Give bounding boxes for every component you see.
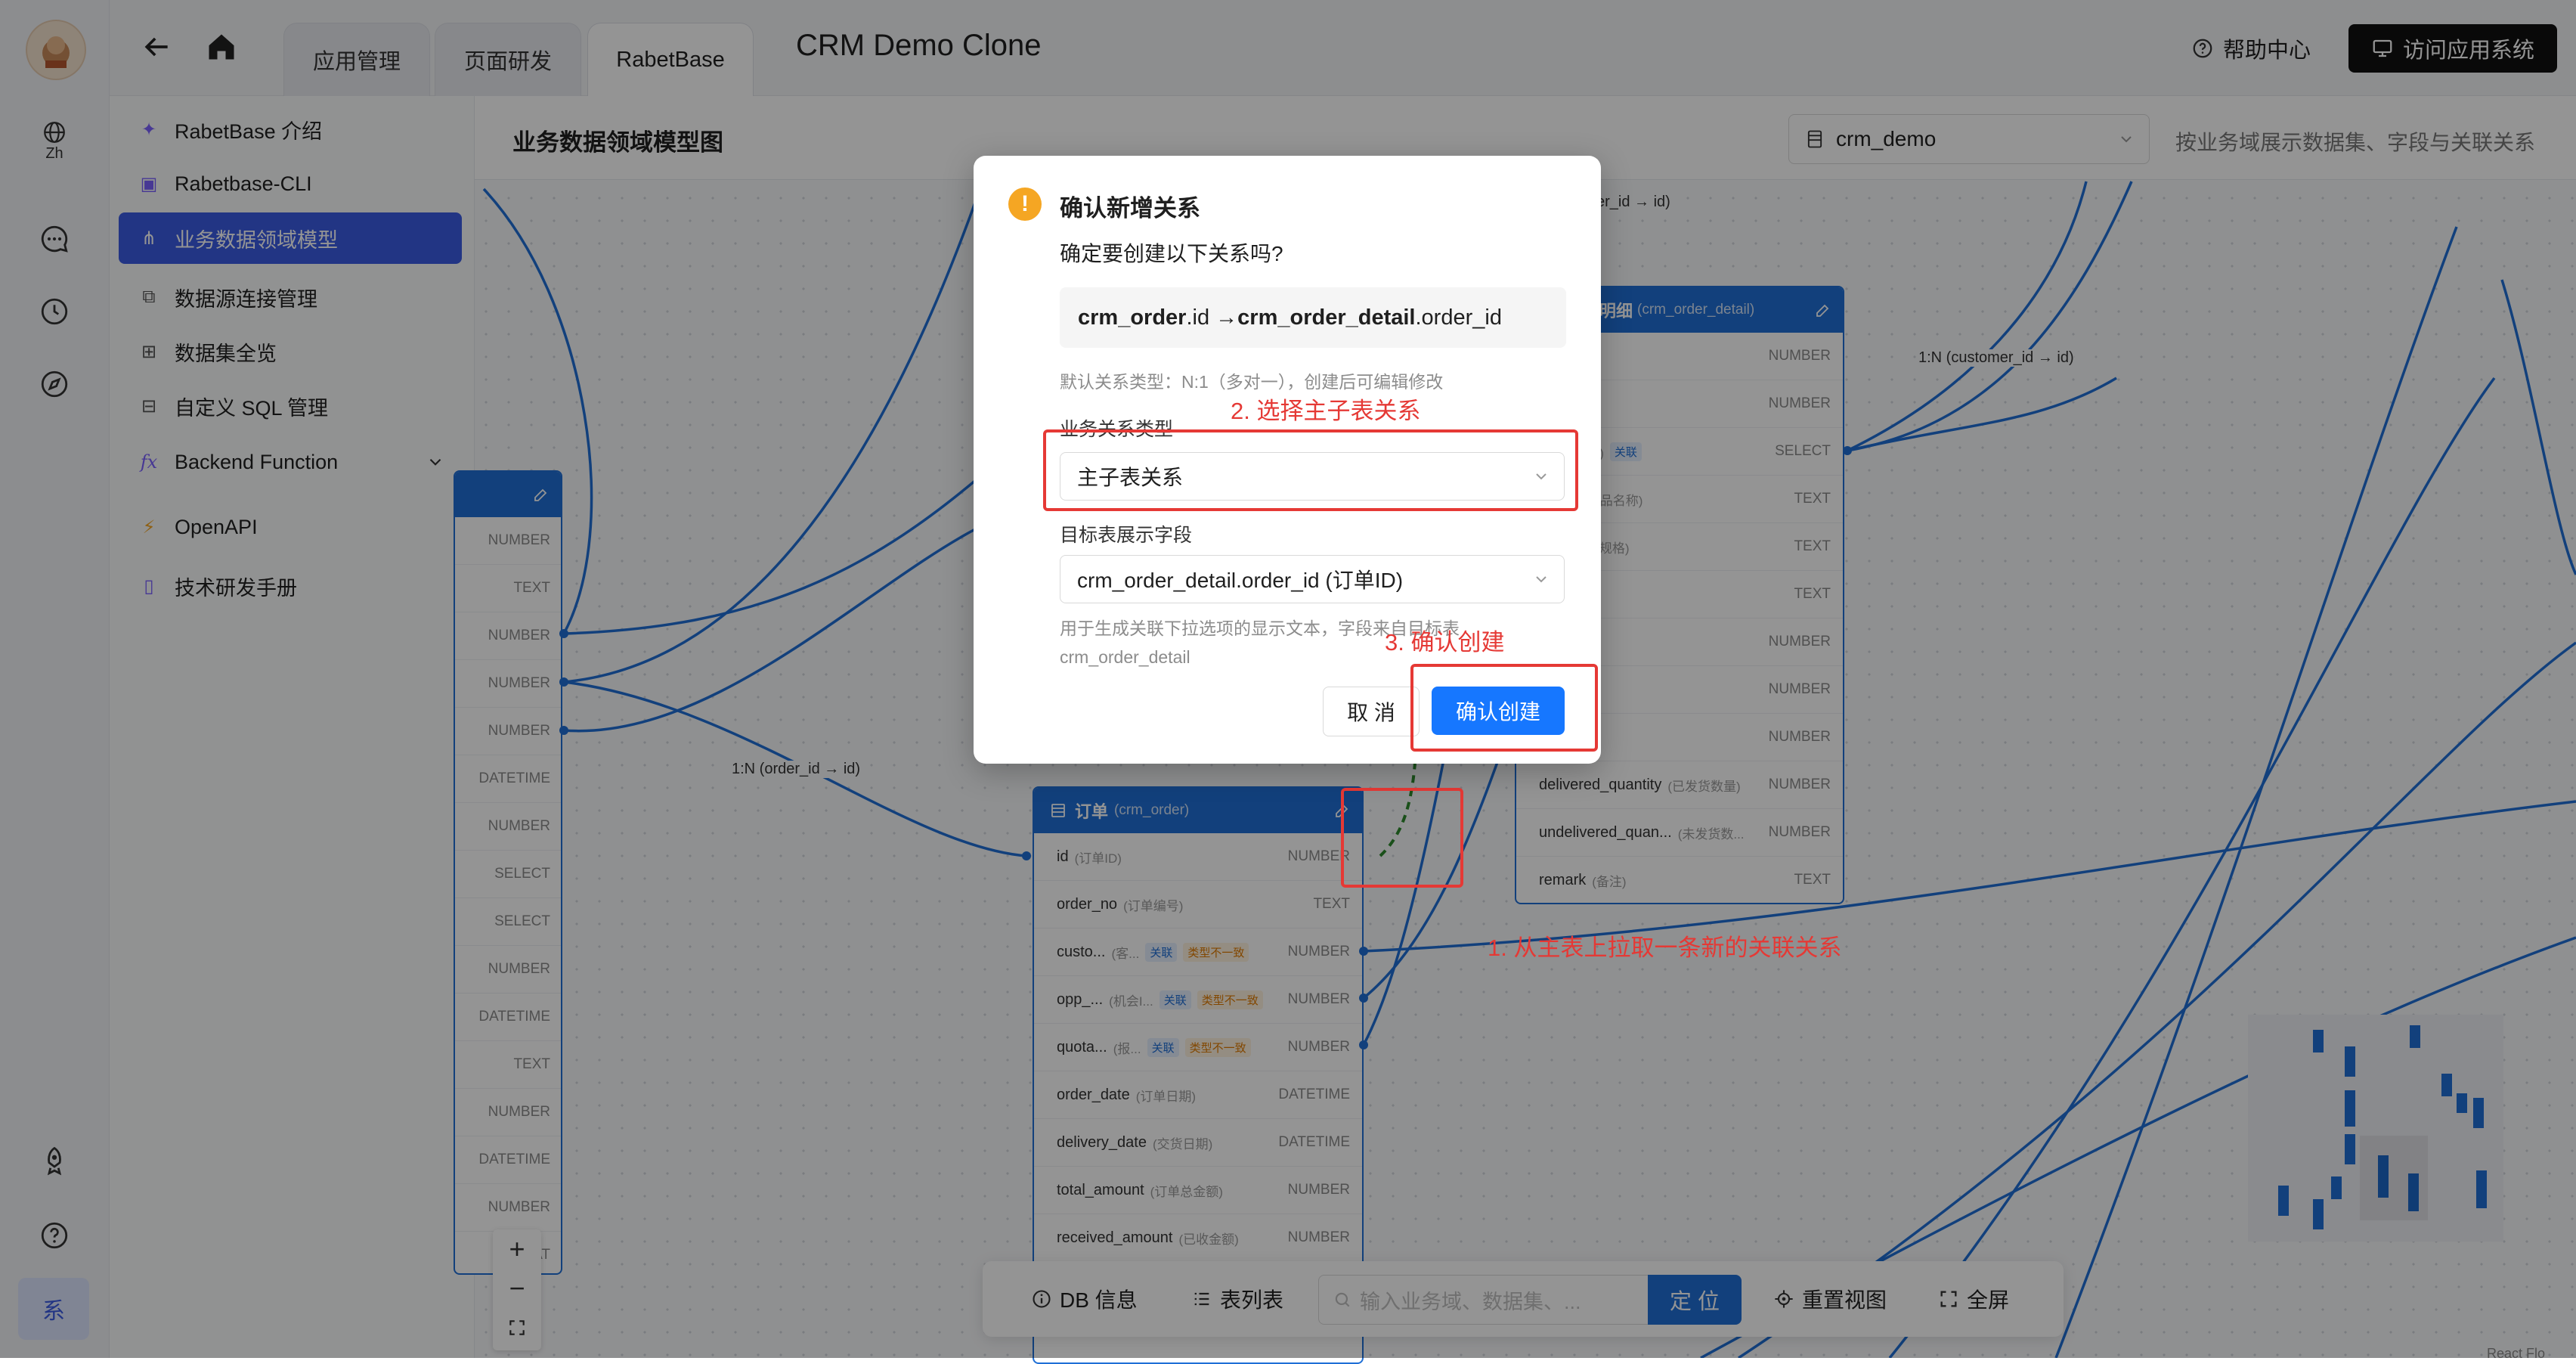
annotation-box-confirm — [1410, 664, 1598, 752]
default-relation-type: 默认关系类型：N:1（多对一），创建后可编辑修改 — [1060, 372, 1444, 392]
cancel-button[interactable]: 取 消 — [1323, 687, 1420, 736]
annotation-step3: 3. 确认创建 — [1385, 629, 1505, 656]
relation-preview: crm_order .id → crm_order_detail .order_id — [1060, 287, 1566, 348]
annotation-box-type — [1043, 429, 1578, 511]
display-field-label: 目标表展示字段 — [1060, 525, 1193, 546]
display-field-select[interactable]: crm_order_detail.order_id (订单ID) — [1060, 555, 1565, 603]
dialog-title: 确认新增关系 — [1060, 195, 1200, 222]
warning-icon: ! — [1008, 188, 1042, 221]
chevron-down-icon — [1536, 576, 1547, 583]
dialog-question: 确定要创建以下关系吗? — [1060, 242, 1283, 265]
annotation-step1: 1. 从主表上拉取一条新的关联关系 — [1488, 935, 1842, 961]
annotation-step2: 2. 选择主子表关系 — [1231, 398, 1421, 424]
annotation-box-drag — [1341, 788, 1463, 888]
